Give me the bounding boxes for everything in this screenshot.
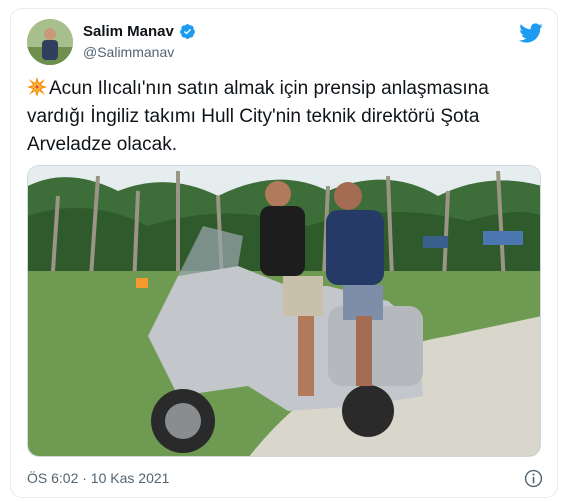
tweet-photo[interactable] [27, 165, 541, 457]
tweet-text-block: Acun Ilıcalı'nın satın almak için prensi… [27, 75, 537, 159]
author-name[interactable]: Salim Manav [83, 23, 174, 40]
tweet-text: Acun Ilıcalı'nın satın almak için prensi… [27, 78, 489, 155]
collision-emoji [27, 77, 47, 97]
author-name-row: Salim Manav [83, 23, 196, 40]
twitter-bird-icon[interactable] [519, 21, 543, 45]
avatar[interactable] [27, 19, 73, 65]
author-handle[interactable]: @Salimmanav [83, 44, 174, 60]
tweet-timestamp[interactable]: ÖS 6:02 · 10 Kas 2021 [27, 470, 169, 486]
tweet-card: Salim Manav @Salimmanav Acun Ilıcalı'nın… [10, 8, 558, 498]
verified-badge-icon [179, 24, 195, 39]
info-icon[interactable] [524, 469, 543, 488]
